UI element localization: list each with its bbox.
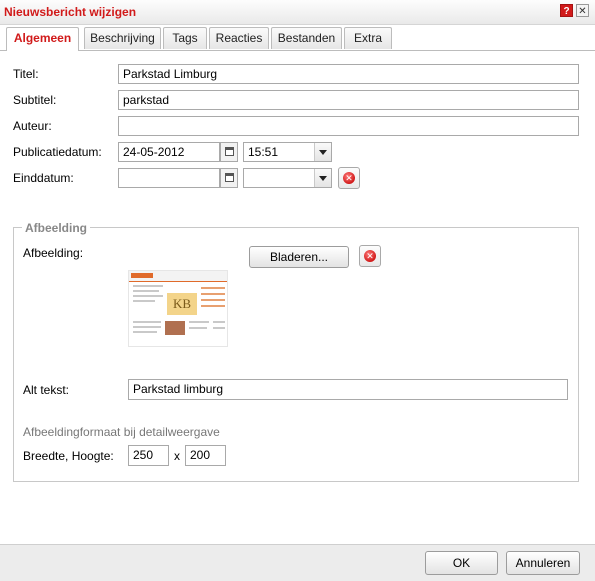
remove-image-button[interactable]: ✕ xyxy=(359,245,381,267)
einddatum-time-select[interactable] xyxy=(243,168,332,188)
delete-icon: ✕ xyxy=(364,250,376,262)
auteur-label: Auteur: xyxy=(13,119,52,133)
tab-algemeen[interactable]: Algemeen xyxy=(6,27,79,51)
alt-tekst-input[interactable]: Parkstad limburg xyxy=(128,379,568,400)
titel-input[interactable]: Parkstad Limburg xyxy=(118,64,579,84)
afbeelding-legend: Afbeelding xyxy=(22,221,90,235)
size-label: Breedte, Hoogte: xyxy=(23,449,114,463)
calendar-icon[interactable] xyxy=(220,168,238,188)
publicatiedatum-time-select[interactable]: 15:51 xyxy=(243,142,332,162)
calendar-icon[interactable] xyxy=(220,142,238,162)
size-separator: x xyxy=(174,449,180,463)
clear-einddatum-button[interactable]: ✕ xyxy=(338,167,360,189)
title-bar: Nieuwsbericht wijzigen ? ✕ xyxy=(0,0,595,25)
afbeelding-label: Afbeelding: xyxy=(23,246,84,260)
image-thumbnail: KB xyxy=(128,270,228,347)
publicatiedatum-time-value: 15:51 xyxy=(248,145,279,159)
thumbnail-kb-text: KB xyxy=(167,293,197,315)
format-hint: Afbeeldingformaat bij detailweergave xyxy=(23,425,220,439)
chevron-down-icon xyxy=(314,169,331,187)
height-input[interactable]: 200 xyxy=(185,445,226,466)
dialog-footer: OK Annuleren xyxy=(0,544,595,581)
subtitel-label: Subtitel: xyxy=(13,93,57,107)
chevron-down-icon xyxy=(314,143,331,161)
browse-button[interactable]: Bladeren... xyxy=(249,246,349,268)
dialog: Nieuwsbericht wijzigen ? ✕ Algemeen Besc… xyxy=(0,0,595,581)
publicatiedatum-label: Publicatiedatum: xyxy=(13,145,102,159)
auteur-input[interactable] xyxy=(118,116,579,136)
ok-button[interactable]: OK xyxy=(425,551,498,575)
publicatiedatum-date-input[interactable]: 24-05-2012 xyxy=(118,142,220,162)
subtitel-input[interactable]: parkstad xyxy=(118,90,579,110)
einddatum-label: Einddatum: xyxy=(13,171,74,185)
close-icon[interactable]: ✕ xyxy=(576,4,589,17)
titel-label: Titel: xyxy=(13,67,39,81)
dialog-title: Nieuwsbericht wijzigen xyxy=(4,5,137,19)
tab-beschrijving[interactable]: Beschrijving xyxy=(84,27,161,49)
alt-tekst-label: Alt tekst: xyxy=(23,383,70,397)
einddatum-date-input[interactable] xyxy=(118,168,220,188)
tab-tags[interactable]: Tags xyxy=(163,27,207,49)
tab-bar: Algemeen Beschrijving Tags Reacties Best… xyxy=(0,25,595,51)
tab-bestanden[interactable]: Bestanden xyxy=(271,27,342,49)
delete-icon: ✕ xyxy=(343,172,355,184)
help-icon[interactable]: ? xyxy=(560,4,573,17)
cancel-button[interactable]: Annuleren xyxy=(506,551,580,575)
tab-reacties[interactable]: Reacties xyxy=(209,27,269,49)
width-input[interactable]: 250 xyxy=(128,445,169,466)
tab-extra[interactable]: Extra xyxy=(344,27,392,49)
